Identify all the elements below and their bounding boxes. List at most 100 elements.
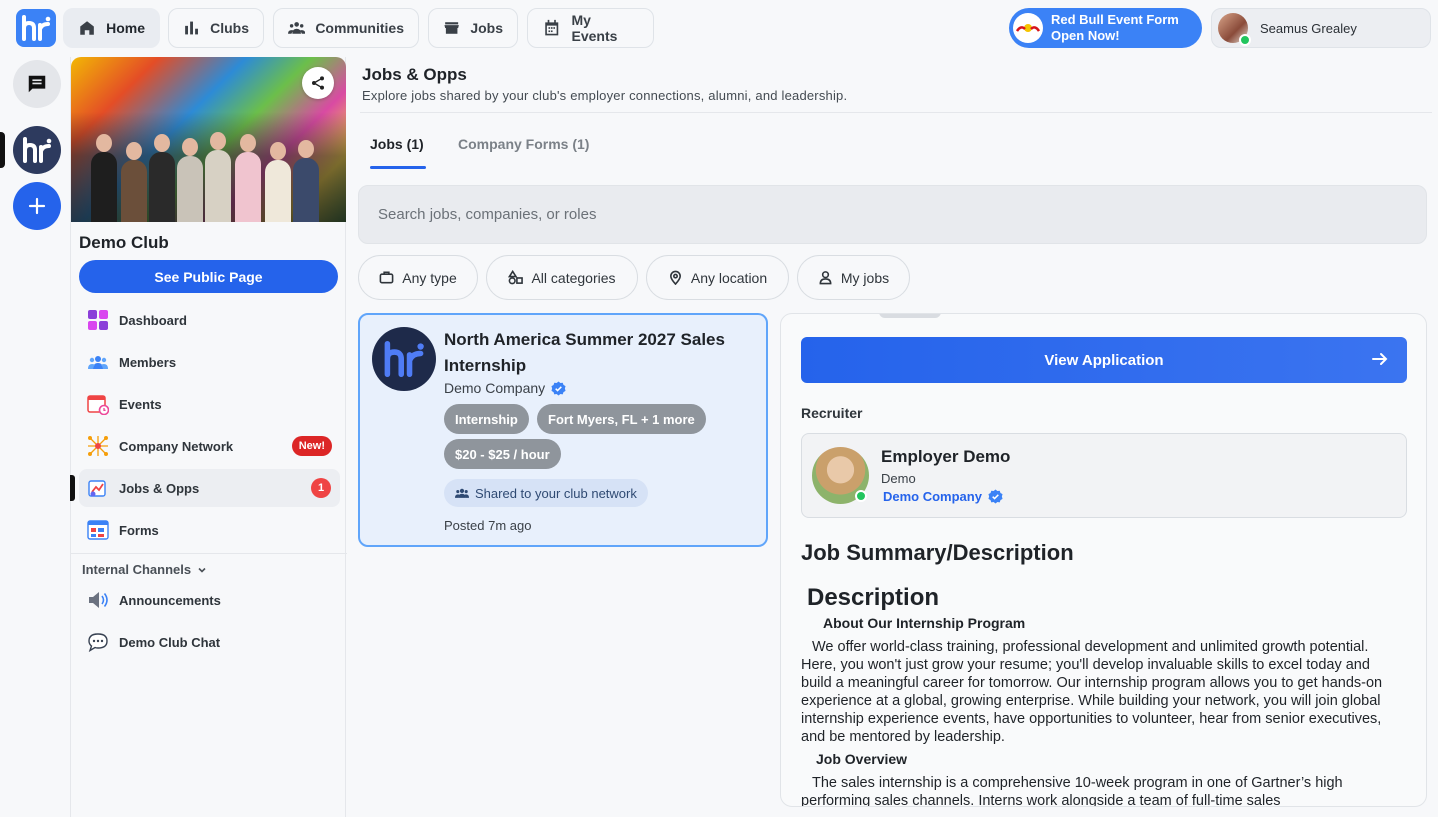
recruiter-company-link[interactable]: Demo Company: [883, 489, 1003, 504]
members-icon: [87, 351, 109, 373]
store-icon: [444, 22, 459, 34]
nav-communities-label: Communities: [315, 20, 404, 36]
sidebar-active-indicator: [70, 475, 75, 501]
rail-active-indicator: [0, 132, 5, 168]
search-input[interactable]: Search jobs, companies, or roles: [358, 185, 1427, 244]
network-icon: [87, 435, 109, 457]
nav-jobs[interactable]: Jobs: [428, 8, 518, 48]
view-application-button[interactable]: View Application: [801, 337, 1407, 383]
filter-type[interactable]: Any type: [358, 255, 478, 300]
jobs-opps-icon: [87, 477, 109, 499]
forms-icon: [87, 519, 109, 541]
share-button[interactable]: [302, 67, 334, 99]
filter-my-jobs[interactable]: My jobs: [797, 255, 910, 300]
sidebar-item-forms[interactable]: Forms: [79, 511, 340, 549]
tab-jobs[interactable]: Jobs (1): [370, 136, 424, 152]
job-card[interactable]: North America Summer 2027 Sales Internsh…: [358, 313, 768, 547]
club-switcher-demo-club[interactable]: [13, 126, 61, 174]
new-badge: New!: [291, 436, 332, 456]
online-status-dot: [1239, 34, 1251, 46]
job-title[interactable]: North America Summer 2027 Sales Internsh…: [444, 327, 754, 379]
channel-announcements[interactable]: Announcements: [79, 581, 340, 619]
posted-time: Posted 7m ago: [444, 518, 532, 533]
app-logo[interactable]: [16, 9, 56, 47]
user-menu-button[interactable]: Seamus Grealey: [1211, 8, 1431, 48]
about-program-text: We offer world-class training, professio…: [801, 639, 1383, 745]
job-company-name: Demo Company: [444, 380, 546, 396]
channel-label: Announcements: [119, 592, 221, 608]
recruiter-company-name: Demo Company: [883, 489, 982, 504]
messages-button[interactable]: [13, 60, 61, 108]
online-status-dot: [855, 490, 867, 502]
view-application-label: View Application: [1044, 351, 1164, 369]
sidebar-item-label: Dashboard: [119, 312, 187, 328]
search-placeholder: Search jobs, companies, or roles: [378, 206, 597, 223]
sidebar-item-company-network[interactable]: Company Network New!: [79, 427, 340, 465]
nav-clubs[interactable]: Clubs: [168, 8, 264, 48]
tab-company-forms[interactable]: Company Forms (1): [458, 136, 589, 152]
club-cover-photo: [71, 57, 346, 222]
shapes-icon: [508, 270, 524, 285]
channel-demo-club-chat[interactable]: Demo Club Chat: [79, 623, 340, 661]
nav-my-events[interactable]: My Events: [527, 8, 654, 48]
job-overview-text: The sales internship is a comprehensive …: [801, 775, 1343, 807]
hr-logo-icon: [22, 15, 51, 41]
top-nav: Home Clubs Communities Jobs My Events Re…: [0, 0, 1438, 56]
filter-label: Any location: [690, 269, 768, 286]
arrow-right-icon: [1372, 353, 1388, 365]
chevron-down-icon: [198, 567, 206, 573]
recruiter-role: Demo: [881, 471, 916, 486]
recruiter-heading: Recruiter: [801, 405, 863, 421]
recruiter-card[interactable]: Employer Demo Demo Demo Company: [801, 433, 1407, 518]
verified-badge-icon: [551, 380, 566, 396]
sidebar-item-label: Company Network: [119, 438, 234, 454]
jobs-count-badge: 1: [311, 478, 331, 498]
nav-clubs-label: Clubs: [210, 20, 249, 36]
add-club-button[interactable]: [13, 182, 61, 230]
internal-channels-toggle[interactable]: Internal Channels: [82, 562, 207, 577]
sidebar-item-label: Events: [119, 396, 162, 412]
user-icon: [819, 271, 832, 285]
recruiter-avatar: [812, 447, 869, 504]
page-title: Jobs & Opps: [362, 65, 467, 84]
home-icon: [80, 21, 94, 35]
bar-chart-icon: [185, 21, 198, 35]
club-name: Demo Club: [79, 233, 169, 252]
cover-group-photo: [71, 112, 346, 222]
briefcase-icon: [379, 271, 394, 284]
nav-my-events-label: My Events: [571, 12, 618, 44]
job-company: Demo Company: [444, 380, 566, 396]
location-pin-icon: [669, 270, 681, 285]
sidebar-item-label: Forms: [119, 522, 159, 538]
share-icon: [312, 76, 324, 90]
people-icon: [455, 488, 469, 498]
job-summary-heading: Job Summary/Description: [801, 540, 1074, 565]
sidebar-item-jobs-opps[interactable]: Jobs & Opps 1: [79, 469, 340, 507]
filter-label: All categories: [531, 269, 616, 286]
people-icon: [288, 22, 306, 34]
plus-icon: [28, 197, 46, 215]
events-calendar-icon: [87, 393, 109, 415]
nav-home-label: Home: [106, 20, 145, 36]
calendar-icon: [545, 19, 559, 36]
filter-location[interactable]: Any location: [646, 255, 789, 300]
red-bull-logo-icon: [1013, 13, 1043, 43]
about-program-heading: About Our Internship Program: [823, 615, 1026, 631]
job-overview-heading: Job Overview: [816, 751, 908, 767]
job-type-chip: Internship: [444, 404, 529, 434]
red-bull-promo-button[interactable]: Red Bull Event Form Open Now!: [1009, 8, 1202, 48]
filter-categories[interactable]: All categories: [486, 255, 638, 300]
club-sidebar: Demo Club See Public Page Dashboard Memb…: [70, 57, 347, 817]
nav-home[interactable]: Home: [63, 8, 160, 48]
sidebar-item-events[interactable]: Events: [79, 385, 340, 423]
hr-logo-icon: [384, 341, 424, 377]
promo-subtitle: Open Now!: [1051, 28, 1120, 43]
user-name: Seamus Grealey: [1260, 20, 1357, 36]
sidebar-item-dashboard[interactable]: Dashboard: [79, 301, 340, 339]
nav-communities[interactable]: Communities: [273, 8, 419, 48]
filter-label: My jobs: [840, 269, 890, 286]
see-public-page-button[interactable]: See Public Page: [79, 260, 338, 293]
nav-jobs-label: Jobs: [470, 20, 503, 36]
sidebar-item-members[interactable]: Members: [79, 343, 340, 381]
scrolled-content-remnant: [879, 314, 1309, 320]
